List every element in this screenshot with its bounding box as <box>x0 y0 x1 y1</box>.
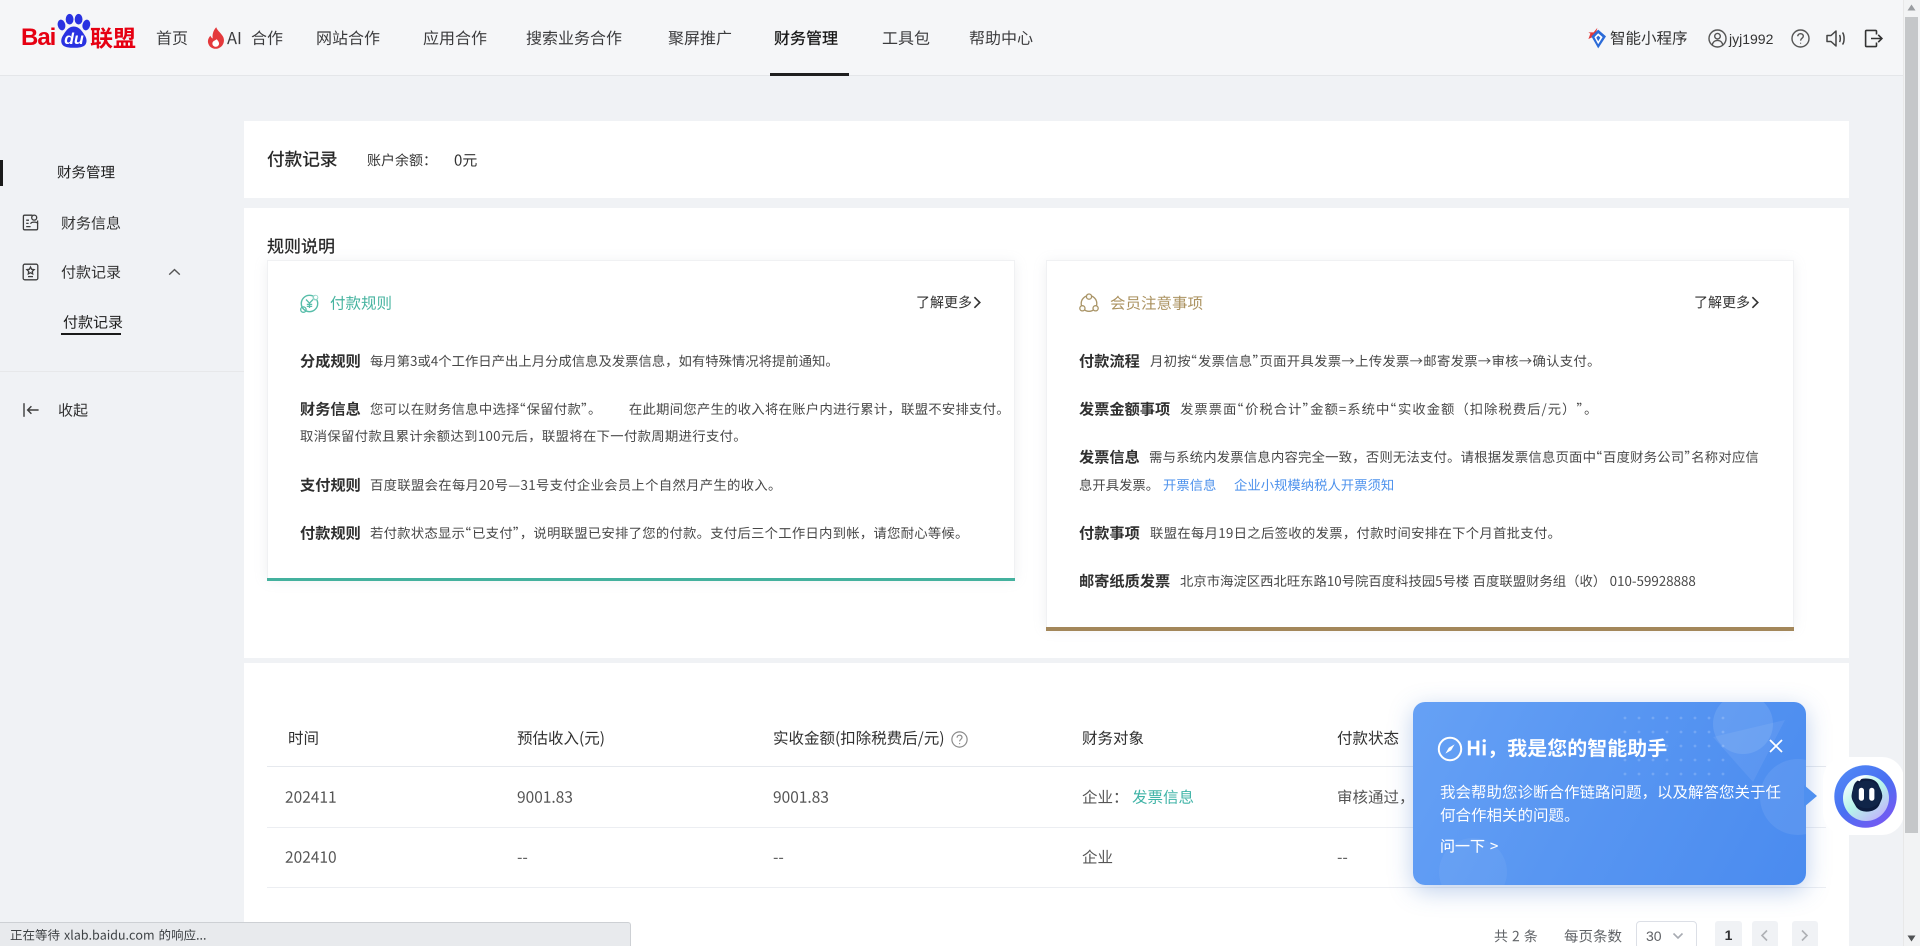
svg-text:du: du <box>64 31 84 48</box>
